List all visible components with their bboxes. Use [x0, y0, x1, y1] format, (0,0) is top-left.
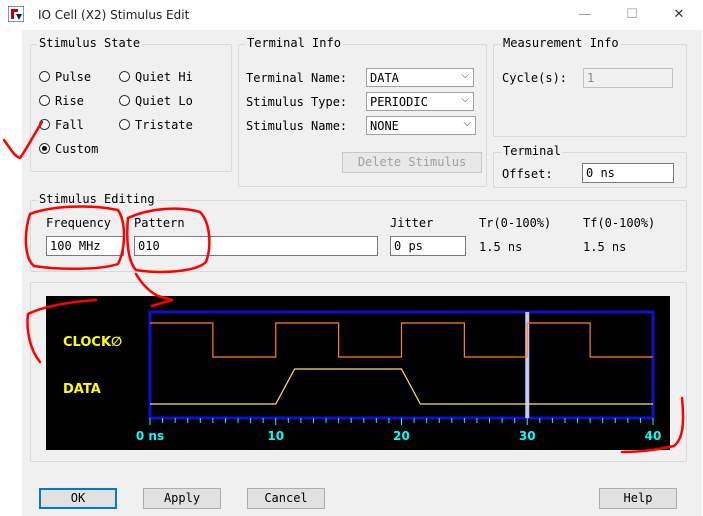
cancel-button[interactable]: Cancel [247, 488, 325, 509]
radio-rise-label[interactable]: Rise [55, 94, 84, 108]
cycles-value: 1 [587, 71, 595, 85]
stimulus-editing-title: Stimulus Editing [37, 192, 157, 206]
terminal-name-combo[interactable]: DATA ⌵ [366, 68, 474, 87]
pattern-field[interactable]: 010 [134, 236, 378, 256]
stimulus-type-combo[interactable]: PERIODIC ⌵ [366, 92, 474, 111]
tr-label: Tr(0-100%) [479, 216, 552, 230]
waveform-display: 0 ns 10 20 30 40 CLOCK∅ DATA [46, 296, 670, 450]
axis-tick-label: 0 ns [136, 429, 164, 443]
radio-custom-label[interactable]: Custom [55, 142, 98, 156]
radio-rise[interactable] [39, 95, 50, 106]
measurement-info-group [493, 44, 687, 137]
stimulus-name-combo[interactable]: NONE ⌵ [366, 116, 476, 135]
terminal-name-label: Terminal Name: [246, 71, 348, 85]
axis-tick-label: 20 [393, 429, 410, 443]
clock-waveform [150, 322, 653, 358]
waveform-canvas: 0 ns 10 20 30 40 CLOCK∅ DATA [63, 310, 662, 443]
jitter-label: Jitter [390, 216, 434, 230]
offset-field[interactable]: 0 ns [582, 163, 674, 183]
signal-label-clock: CLOCK∅ [63, 335, 122, 350]
stimulus-name-value: NONE [370, 119, 399, 133]
delete-stimulus-button[interactable]: Delete Stimulus [342, 152, 482, 173]
jitter-field[interactable]: 0 ps [390, 236, 466, 256]
radio-fall[interactable] [39, 119, 50, 130]
offset-value: 0 ns [586, 166, 615, 180]
radio-quiet-hi[interactable] [119, 71, 130, 82]
radio-tristate[interactable] [119, 119, 130, 130]
minimize-button[interactable]: — [565, 4, 605, 26]
radio-quiet-lo-label[interactable]: Quiet Lo [135, 94, 193, 108]
frequency-value: 100 MHz [50, 239, 101, 253]
terminal-info-title: Terminal Info [245, 36, 343, 50]
pattern-value: 010 [138, 239, 160, 253]
axis-tick-label: 40 [645, 429, 662, 443]
radio-fall-label[interactable]: Fall [55, 118, 84, 132]
close-button[interactable]: ✕ [659, 4, 699, 26]
stimulus-type-value: PERIODIC [370, 95, 428, 109]
help-button[interactable]: Help [599, 488, 677, 509]
terminal-title: Terminal [501, 144, 563, 158]
terminal-name-value: DATA [370, 71, 399, 85]
measurement-info-title: Measurement Info [501, 36, 621, 50]
cycles-field[interactable]: 1 [583, 68, 673, 88]
chevron-down-icon: ⌵ [463, 118, 471, 129]
app-icon [8, 6, 24, 22]
tr-value: 1.5 ns [479, 240, 523, 254]
apply-button[interactable]: Apply [143, 488, 221, 509]
ok-button[interactable]: OK [39, 488, 117, 509]
title-bar: IO Cell (X2) Stimulus Edit — ☐ ✕ [0, 0, 703, 30]
frequency-field[interactable]: 100 MHz [46, 236, 124, 256]
tf-label: Tf(0-100%) [583, 216, 656, 230]
jitter-value: 0 ps [394, 239, 423, 253]
radio-quiet-lo[interactable] [119, 95, 130, 106]
radio-quiet-hi-label[interactable]: Quiet Hi [135, 70, 193, 84]
pattern-label: Pattern [134, 216, 185, 230]
radio-pulse[interactable] [39, 71, 50, 82]
chevron-down-icon: ⌵ [461, 70, 469, 81]
maximize-button[interactable]: ☐ [612, 4, 652, 26]
frequency-label: Frequency [46, 216, 112, 230]
stimulus-name-label: Stimulus Name: [246, 119, 348, 133]
chevron-down-icon: ⌵ [461, 94, 469, 105]
radio-tristate-label[interactable]: Tristate [135, 118, 193, 132]
radio-custom[interactable] [39, 143, 50, 154]
tf-value: 1.5 ns [583, 240, 627, 254]
stimulus-state-title: Stimulus State [37, 36, 143, 50]
axis-tick-label: 30 [519, 429, 536, 443]
offset-label: Offset: [502, 167, 553, 181]
signal-label-data: DATA [63, 382, 101, 397]
window-title: IO Cell (X2) Stimulus Edit [38, 8, 190, 22]
data-waveform [150, 368, 653, 405]
stimulus-type-label: Stimulus Type: [246, 95, 348, 109]
axis-tick-label: 10 [267, 429, 284, 443]
radio-pulse-label[interactable]: Pulse [55, 70, 91, 84]
cycles-label: Cycle(s): [502, 71, 568, 85]
